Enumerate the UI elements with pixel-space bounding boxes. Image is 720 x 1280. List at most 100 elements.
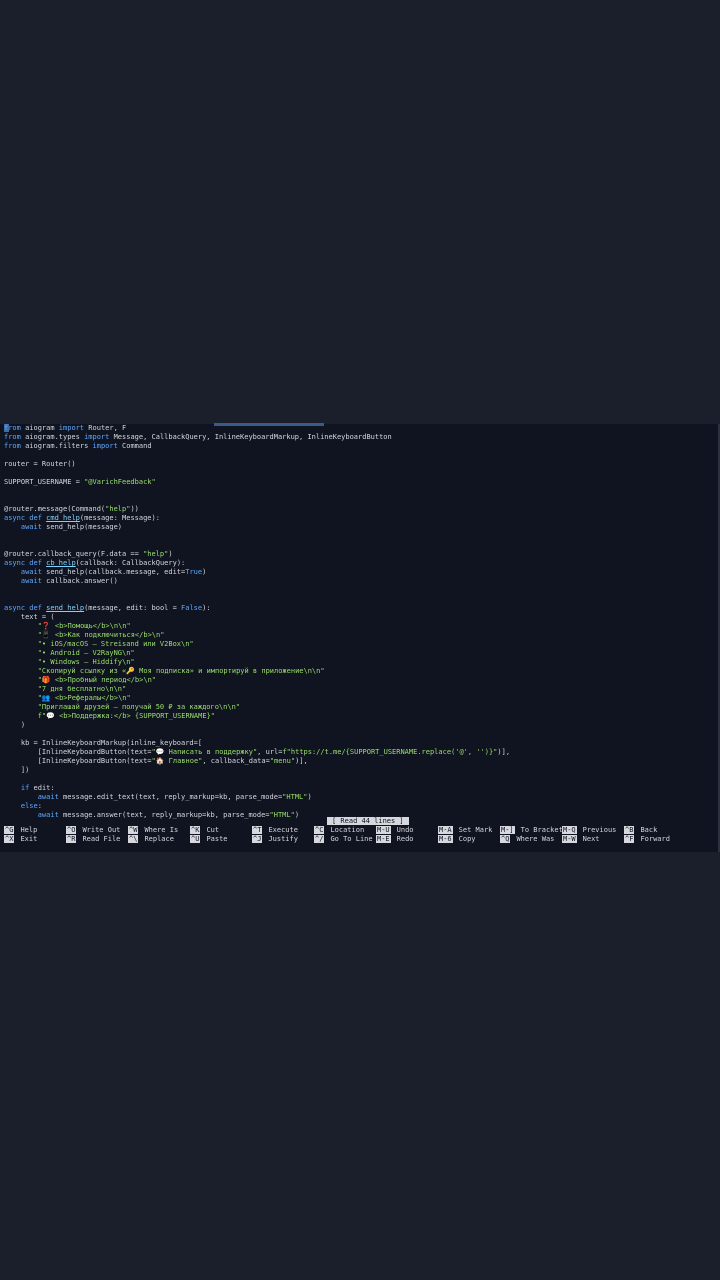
shortcut-item[interactable]: M-Q Previous [562,826,616,835]
code-token: async def [4,514,47,522]
code-token: ) [4,721,26,729]
code-token: "🎁 <b>Пробный период</b>\n" [4,676,157,684]
shortcut-item[interactable]: ^X Exit [4,835,37,844]
shortcut-label: Redo [396,835,414,843]
shortcut-item[interactable]: ^J Justify [252,835,298,844]
shortcut-label: Next [582,835,600,843]
code-token: aiogram.filters [20,442,93,450]
shortcut-item[interactable]: M-W Next [562,835,600,844]
shortcut-item[interactable]: ^B Back [624,826,657,835]
code-line: router = Router() [4,460,714,469]
shortcut-item[interactable]: M-A Set Mark [438,826,492,835]
code-line: async def cb_help(callback: CallbackQuer… [4,559,714,568]
code-line: "📱 <b>Как подключиться</b>\n" [4,631,714,640]
shortcut-bar: ^G Help ^O Write Out ^W Where Is ^K Cut ^T Execut… [4,826,714,844]
code-token: "🏠 Главное" [151,757,203,765]
code-line: async def send_help(message, edit: bool … [4,604,714,613]
shortcut-label: Justify [268,835,298,843]
shortcut-label: Forward [640,835,670,843]
code-token: ) [294,811,300,819]
code-token: Command [117,442,152,450]
shortcut-label: Help [20,826,38,834]
shortcut-label: Location [330,826,365,834]
code-token: "help" [143,550,169,558]
code-token: )], [497,748,511,756]
code-token: await [4,568,42,576]
code-token: from [4,424,21,432]
shortcut-label: Paste [206,835,228,843]
code-line: "7 дня бесплатно\n\n" [4,685,714,694]
shortcut-key: ^J [252,835,263,843]
code-token: , callback_data= [202,757,270,765]
code-token: (callback: CallbackQuery): [75,559,186,567]
shortcut-key: ^U [190,835,201,843]
shortcut-key: ^/ [314,835,325,843]
code-token: : [37,802,42,810]
shortcut-key: ^F [624,835,635,843]
code-line: "• Android — V2RayNG\n" [4,649,714,658]
code-line: text = ( [4,613,714,622]
scroll-indicator [214,423,324,426]
shortcut-key: ^G [4,826,15,834]
shortcut-item[interactable]: ^W Where Is [128,826,178,835]
shortcut-item[interactable]: ^K Cut [190,826,219,835]
shortcut-key: ^B [624,826,635,834]
shortcut-item[interactable]: ^O Write Out [66,826,120,835]
code-line: ]) [4,766,714,775]
code-token: await [4,811,59,819]
shortcut-item[interactable]: ^F Forward [624,835,670,844]
shortcut-label: Cut [206,826,220,834]
shortcut-item[interactable]: ^\ Replace [128,835,174,844]
shortcut-label: Read File [82,835,121,843]
code-token: import [58,424,85,432]
shortcut-item[interactable]: ^C Location [314,826,364,835]
shortcut-label: Go To Line [330,835,373,843]
shortcut-item[interactable]: ^T Execute [252,826,298,835]
code-token: "menu" [269,757,296,765]
shortcut-item[interactable]: M-] To Bracket [500,826,563,835]
code-line: await send_help(message) [4,523,714,532]
code-token: "help" [105,505,131,513]
shortcut-label: To Bracket [520,826,563,834]
code-line: [InlineKeyboardButton(text="🏠 Главное", … [4,757,714,766]
shortcut-key: ^\ [128,835,139,843]
shortcut-item[interactable]: ^Q Where Was [500,835,554,844]
shortcut-key: ^W [128,826,139,834]
code-token: message.answer(text, reply_markup=kb, pa… [58,811,270,819]
code-token: @router.message(Command( [4,505,106,513]
code-token: )], [295,757,308,765]
code-token: (message, edit: bool = [84,604,182,612]
code-area[interactable]: from aiogram import Router, Ffrom aiogra… [4,424,714,820]
code-token: send_help(callback.message, edit= [41,568,186,576]
shortcut-item[interactable]: M-E Redo [376,835,414,844]
code-token: SUPPORT_USERNAME = [4,478,85,486]
code-token: await [4,577,42,585]
shortcut-item[interactable]: M-6 Copy [438,835,476,844]
shortcut-item[interactable]: ^/ Go To Line [314,835,373,844]
shortcut-item[interactable]: ^G Help [4,826,37,835]
code-token: [InlineKeyboardButton(text= [4,757,152,765]
nano-editor-window[interactable]: from aiogram import Router, Ffrom aiogra… [0,424,720,852]
code-token: await [4,793,59,801]
code-token: "7 дня бесплатно\n\n" [4,685,127,693]
code-token: "• Windows — Hiddify\n" [4,658,135,666]
code-line: async def cmd_help(message: Message): [4,514,714,523]
shortcut-item[interactable]: ^R Read File [66,835,120,844]
shortcut-item[interactable]: ^U Paste [190,835,228,844]
shortcut-key: M-A [438,826,453,834]
code-token: ) [307,793,312,801]
status-message: [ Read 44 lines ] [327,817,409,825]
shortcut-key: ^C [314,826,325,834]
code-token: callback.answer() [41,577,118,585]
shortcut-key: M-E [376,835,391,843]
code-line: @router.callback_query(F.data == "help") [4,550,714,559]
code-token: ) [168,550,173,558]
code-line: from aiogram.filters import Command [4,442,714,451]
shortcut-item[interactable]: M-U Undo [376,826,414,835]
